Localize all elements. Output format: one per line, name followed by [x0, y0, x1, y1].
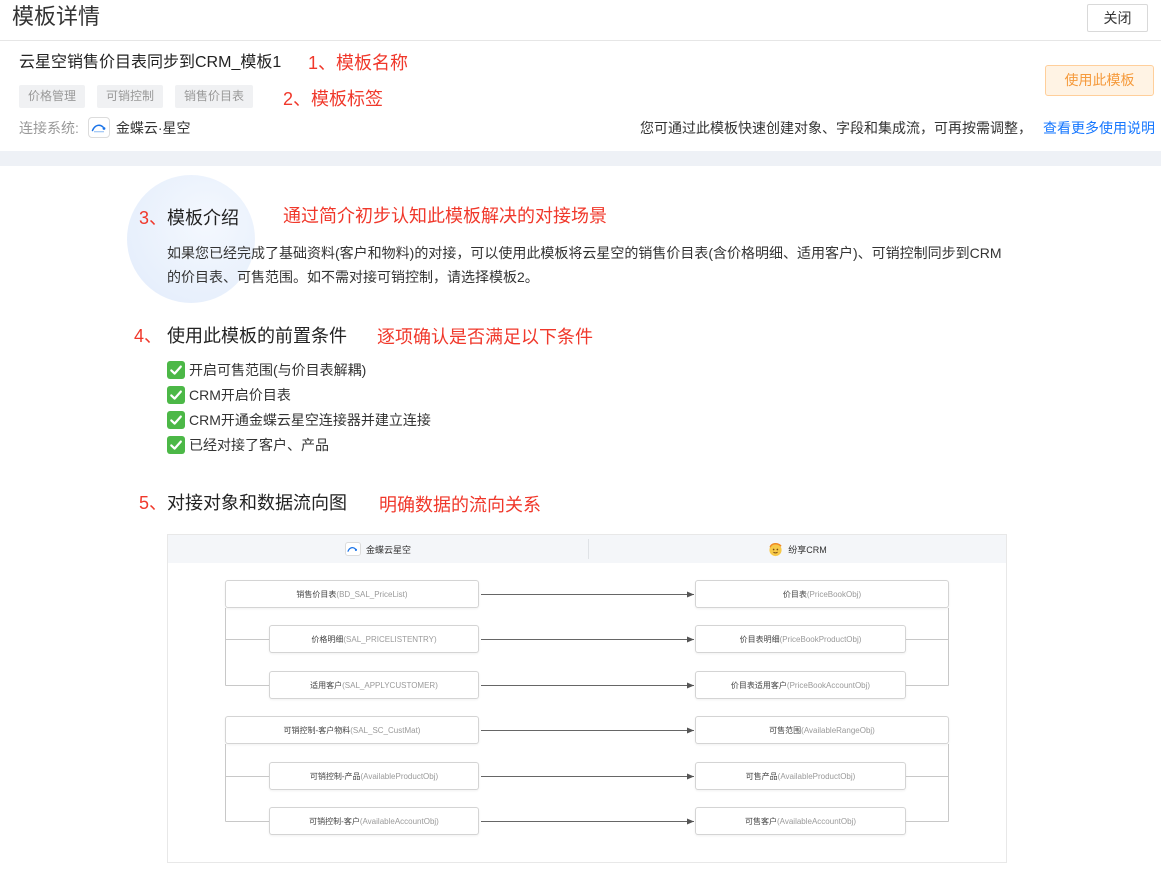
template-tags: 价格管理 可销控制 销售价目表: [19, 85, 254, 108]
flow-box-label: 适用客户: [310, 680, 343, 690]
page-title: 模板详情: [12, 4, 101, 29]
flow-target-box: 可售产品 (AvailableProductObj): [695, 762, 906, 790]
section-number: 3、: [139, 208, 168, 228]
use-template-button[interactable]: 使用此模板: [1045, 65, 1154, 96]
prerequisite-text: CRM开通金蝶云星空连接器并建立连接: [189, 411, 431, 428]
flow-box-api: (PriceBookAccountObj): [786, 680, 871, 690]
flow-target-box: 可售范围 (AvailableRangeObj): [695, 716, 949, 744]
check-icon: [167, 360, 185, 379]
flow-source-box: 价格明细 (SAL_PRICELISTENTRY): [269, 625, 479, 653]
intro-line: 的价目表、可售范围。如不需对接可销控制，请选择模板2。: [167, 269, 539, 285]
flow-box-api: (AvailableAccountObj): [359, 816, 439, 826]
flow-target-box: 价目表 (PriceBookObj): [695, 580, 949, 608]
connect-system-name: 金蝶云·星空: [115, 119, 191, 136]
flow-diagram: 金蝶云星空 纷享CRM 销售价目表 (BD_SAL_PriceList) 价目表…: [167, 534, 1007, 863]
flow-box-api: (SAL_APPLYCUSTOMER): [342, 680, 438, 690]
section-title-prerequisites: 使用此模板的前置条件: [167, 326, 347, 346]
flow-box-api: (AvailableRangeObj): [801, 725, 875, 735]
flow-box-api: (SAL_SC_CustMat): [350, 725, 421, 735]
flow-box-label: 价目表: [782, 589, 807, 599]
intro-paragraph: 如果您已经完成了基础资料(客户和物料)的对接，可以使用此模板将云星空的销售价目表…: [167, 241, 1002, 289]
target-bracket: [906, 744, 949, 822]
flow-source-box: 可销控制-产品 (AvailableProductObj): [269, 762, 479, 790]
prerequisite-text: 已经对接了客户、产品: [189, 436, 329, 453]
flow-box-label: 可销控制-客户: [309, 816, 360, 826]
header-divider: [0, 40, 1161, 41]
list-item: CRM开启价目表: [167, 382, 431, 407]
prerequisite-text: CRM开启价目表: [189, 386, 291, 403]
flow-target-box: 价目表适用客户 (PriceBookAccountObj): [695, 671, 906, 699]
usage-hint: 您可通过此模板快速创建对象、字段和集成流，可再按需调整，: [640, 119, 1032, 136]
section-title-intro: 模板介绍: [167, 208, 239, 228]
intro-line: 如果您已经完成了基础资料(客户和物料)的对接，可以使用此模板将云星空的销售价目表…: [167, 245, 1002, 261]
flow-box-label: 可售客户: [744, 816, 777, 826]
hint-row: 您可通过此模板快速创建对象、字段和集成流，可再按需调整， 查看更多使用说明: [640, 117, 1155, 138]
flow-arrows: [481, 591, 694, 825]
flow-source-box: 可销控制-客户物料 (SAL_SC_CustMat): [225, 716, 479, 744]
prerequisite-list: 开启可售范围(与价目表解耦) CRM开启价目表 CRM开通金蝶云星空连接器并建立…: [167, 357, 431, 457]
list-item: 开启可售范围(与价目表解耦): [167, 357, 431, 382]
check-icon: [167, 410, 185, 429]
source-bracket: [225, 608, 269, 686]
tag: 价格管理: [19, 85, 86, 108]
target-bracket: [906, 608, 949, 686]
section-number: 5、: [139, 493, 168, 513]
flow-target-box: 可售客户 (AvailableAccountObj): [695, 807, 906, 835]
section-number: 4、: [134, 326, 163, 346]
annotation-intro: 通过简介初步认知此模板解决的对接场景: [283, 206, 607, 226]
annotation-template-name: 1、模板名称: [308, 53, 409, 73]
flow-box-label: 可销控制-产品: [309, 771, 361, 781]
template-name: 云星空销售价目表同步到CRM_模板1: [19, 54, 282, 71]
prerequisite-text: 开启可售范围(与价目表解耦): [189, 361, 367, 378]
connect-system-label: 连接系统:: [19, 119, 79, 136]
connect-system-row: 连接系统: 金蝶云·星空: [19, 117, 191, 138]
annotation-flow: 明确数据的流向关系: [379, 495, 541, 515]
flow-box-api: (BD_SAL_PriceList): [336, 589, 408, 599]
annotation-prerequisites: 逐项确认是否满足以下条件: [377, 327, 593, 347]
flow-box-label: 销售价目表: [296, 589, 337, 599]
section-title-flow: 对接对象和数据流向图: [167, 493, 347, 513]
help-link[interactable]: 查看更多使用说明: [1043, 118, 1155, 138]
flow-box-label: 价目表适用客户: [730, 680, 787, 690]
list-item: 已经对接了客户、产品: [167, 432, 431, 457]
flow-box-label: 可售范围: [769, 725, 802, 735]
flow-box-label: 可售产品: [745, 771, 778, 781]
flow-box-api: (AvailableProductObj): [360, 771, 439, 781]
flow-source-box: 适用客户 (SAL_APPLYCUSTOMER): [269, 671, 479, 699]
source-bracket: [225, 744, 269, 822]
flow-box-api: (PriceBookProductObj): [779, 634, 862, 644]
flow-box-api: (SAL_PRICELISTENTRY): [343, 634, 437, 644]
check-icon: [167, 385, 185, 404]
flow-box-api: (AvailableProductObj): [777, 771, 856, 781]
flow-box-label: 价格明细: [311, 634, 344, 644]
list-item: CRM开通金蝶云星空连接器并建立连接: [167, 407, 431, 432]
flow-source-box: 可销控制-客户 (AvailableAccountObj): [269, 807, 479, 835]
tag: 可销控制: [97, 85, 164, 108]
flow-box-api: (AvailableAccountObj): [776, 816, 856, 826]
check-icon: [167, 435, 185, 454]
annotation-template-tags: 2、模板标签: [283, 89, 384, 109]
tag: 销售价目表: [175, 85, 254, 108]
section-separator: [0, 151, 1161, 166]
close-button[interactable]: 关闭: [1087, 4, 1148, 32]
flow-source-box: 销售价目表 (BD_SAL_PriceList): [225, 580, 479, 608]
kingdee-logo-icon: [87, 117, 110, 138]
flow-box-label: 可销控制-客户物料: [283, 725, 351, 735]
flow-target-box: 价目表明细 (PriceBookProductObj): [695, 625, 906, 653]
flow-box-api: (PriceBookObj): [806, 589, 862, 599]
flow-box-label: 价目表明细: [739, 634, 780, 644]
